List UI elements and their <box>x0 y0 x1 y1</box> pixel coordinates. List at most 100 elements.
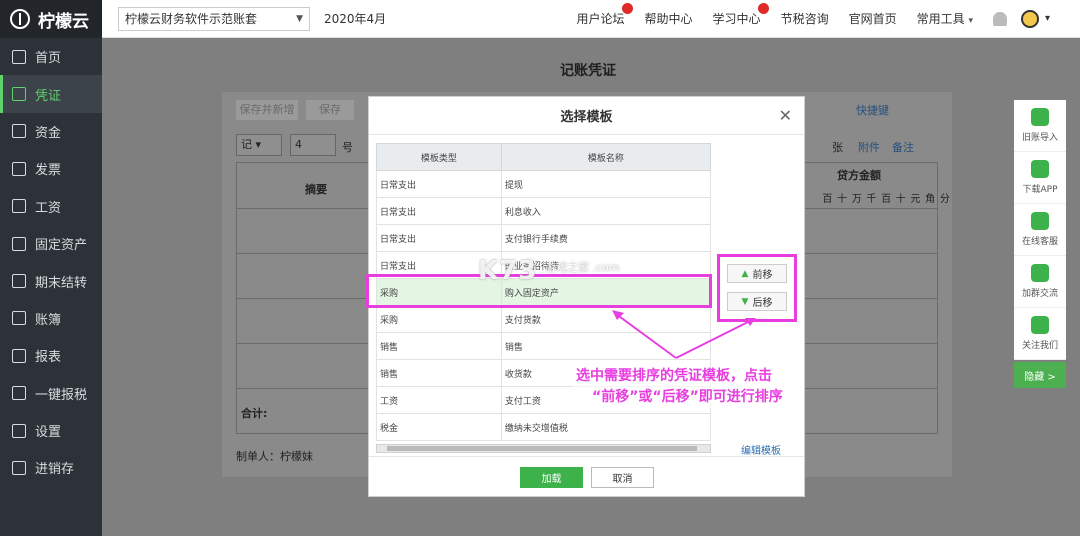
right-toolbar: 旧账导入 下载APP 在线客服 加群交流 关注我们 隐藏 > <box>1014 100 1066 388</box>
column-header-type: 模板类型 <box>376 143 502 171</box>
template-type-cell: 销售 <box>376 359 502 387</box>
cancel-button[interactable]: 取消 <box>591 467 654 488</box>
sidebar-item-ledger[interactable]: 账簿 <box>0 300 102 337</box>
link-official-site[interactable]: 官网首页 <box>849 10 897 27</box>
logo[interactable]: 柠檬云 <box>0 0 102 38</box>
digit-label: 十 <box>837 194 848 205</box>
horizontal-scrollbar[interactable] <box>376 444 711 453</box>
highlight-move-buttons <box>717 254 797 322</box>
summary-header: 摘要 <box>305 183 327 196</box>
template-type-cell: 税金 <box>376 413 502 441</box>
chevron-down-icon[interactable]: ▾ <box>1045 13 1050 24</box>
link-tax-consult[interactable]: 节税咨询 <box>781 10 829 27</box>
voucher-icon <box>12 87 26 102</box>
save-new-button[interactable]: 保存并新增 <box>236 100 298 120</box>
account-select[interactable]: 柠檬云财务软件示范账套 ▼ <box>118 6 310 31</box>
tool-download-app[interactable]: 下载APP <box>1014 152 1066 204</box>
page-title: 记账凭证 <box>560 63 616 79</box>
template-type-cell: 日常支出 <box>376 170 502 198</box>
sidebar-item-tax[interactable]: 一键报税 <box>0 375 102 412</box>
sidebar-item-label: 进销存 <box>35 462 75 478</box>
sidebar-item-funds[interactable]: 资金 <box>0 113 102 150</box>
sidebar-item-period-end[interactable]: 期末结转 <box>0 262 102 299</box>
tool-label: 旧账导入 <box>1021 133 1058 143</box>
sidebar-item-label: 资金 <box>35 125 62 141</box>
bell-icon[interactable] <box>992 11 1007 26</box>
sidebar-item-home[interactable]: 首页 <box>0 38 102 75</box>
dialog-header: 选择模板 ✕ <box>369 97 804 135</box>
sidebar-item-label: 工资 <box>35 200 62 216</box>
template-type-cell: 日常支出 <box>376 197 502 225</box>
link-label: 学习中心 <box>712 12 761 26</box>
invoice-icon <box>12 161 26 176</box>
link-learning-center[interactable]: 学习中心 <box>712 3 769 27</box>
close-icon[interactable]: ✕ <box>779 106 792 125</box>
template-row[interactable]: 销售 销售 <box>376 332 712 360</box>
template-type-cell: 工资 <box>376 386 502 414</box>
inventory-icon <box>12 460 26 475</box>
template-row[interactable]: 日常支出 提现 <box>376 170 712 198</box>
hide-toolbar-button[interactable]: 隐藏 > <box>1014 362 1066 388</box>
column-header-name: 模板名称 <box>500 143 712 171</box>
sidebar-item-reports[interactable]: 报表 <box>0 337 102 374</box>
sidebar-item-label: 固定资产 <box>35 238 88 254</box>
sidebar-item-salary[interactable]: 工资 <box>0 188 102 225</box>
topbar: 柠檬云财务软件示范账套 ▼ 2020年4月 用户论坛 帮助中心 学习中心 节税咨… <box>102 0 1080 38</box>
funds-icon <box>12 124 26 139</box>
wechat-icon <box>1031 316 1049 334</box>
shortcut-link[interactable]: 快捷键 <box>856 102 889 118</box>
sidebar-item-label: 账簿 <box>35 312 62 328</box>
template-row[interactable]: 日常支出 支付银行手续费 <box>376 224 712 252</box>
digit-label: 千 <box>866 194 877 205</box>
tool-online-service[interactable]: 在线客服 <box>1014 204 1066 256</box>
template-name-cell: 提现 <box>500 170 712 198</box>
settings-icon <box>12 423 26 438</box>
voucher-word-select[interactable]: 记 ▾ <box>236 134 282 156</box>
scrollbar-thumb[interactable] <box>387 446 697 451</box>
tool-label: 下载APP <box>1022 185 1058 195</box>
digit-label: 百 <box>881 194 892 205</box>
template-row[interactable]: 日常支出 利息收入 <box>376 197 712 225</box>
tool-label: 加群交流 <box>1021 289 1058 299</box>
link-user-forum[interactable]: 用户论坛 <box>577 3 633 27</box>
voucher-number-input[interactable]: 4 <box>290 134 336 156</box>
avatar[interactable] <box>1020 9 1039 28</box>
tool-label: 在线客服 <box>1021 237 1058 247</box>
digit-label: 万 <box>851 194 862 205</box>
sidebar-item-label: 期末结转 <box>35 275 88 291</box>
template-name-cell: 利息收入 <box>500 197 712 225</box>
tool-follow-us[interactable]: 关注我们 <box>1014 308 1066 360</box>
template-type-cell: 销售 <box>376 332 502 360</box>
sidebar-item-label: 发票 <box>35 163 62 179</box>
link-help-center[interactable]: 帮助中心 <box>645 10 693 27</box>
tool-join-group[interactable]: 加群交流 <box>1014 256 1066 308</box>
template-type-cell: 采购 <box>376 305 502 333</box>
sidebar-item-inventory[interactable]: 进销存 <box>0 449 102 486</box>
salary-icon <box>12 199 26 214</box>
load-button[interactable]: 加载 <box>520 467 583 488</box>
save-button[interactable]: 保存 <box>306 100 354 120</box>
sidebar-item-fixed-assets[interactable]: 固定资产 <box>0 225 102 262</box>
top-links: 用户论坛 帮助中心 学习中心 节税咨询 官网首页 常用工具 ▾ ▾ <box>577 3 1080 28</box>
reports-icon <box>12 348 26 363</box>
sidebar-item-settings[interactable]: 设置 <box>0 412 102 449</box>
digit-label: 百 <box>822 194 833 205</box>
tool-import-old-books[interactable]: 旧账导入 <box>1014 100 1066 152</box>
remark-link[interactable]: 备注 <box>892 139 914 155</box>
sidebar-item-invoice[interactable]: 发票 <box>0 150 102 187</box>
link-common-tools[interactable]: 常用工具 ▾ <box>917 10 973 27</box>
link-label: 常用工具 <box>916 12 965 26</box>
dialog-footer: 加载 取消 <box>369 456 804 496</box>
template-row[interactable]: 采购 支付货款 <box>376 305 712 333</box>
template-name-cell: 支付银行手续费 <box>500 224 712 252</box>
phone-icon <box>1031 160 1049 178</box>
sidebar-item-voucher[interactable]: 凭证 <box>0 75 102 113</box>
edit-template-link[interactable]: 编辑模板 <box>741 442 781 457</box>
sidebar-item-label: 首页 <box>35 51 62 67</box>
digit-label: 分 <box>939 194 950 205</box>
lemon-logo-icon <box>10 9 30 29</box>
template-row[interactable]: 税金 缴纳未交增值税 <box>376 413 712 441</box>
hot-badge <box>621 3 633 14</box>
sidebar: 柠檬云 首页凭证资金发票工资固定资产期末结转账簿报表 一键报税 设置进销存 <box>0 0 102 536</box>
attachment-link[interactable]: 附件 <box>858 139 880 155</box>
